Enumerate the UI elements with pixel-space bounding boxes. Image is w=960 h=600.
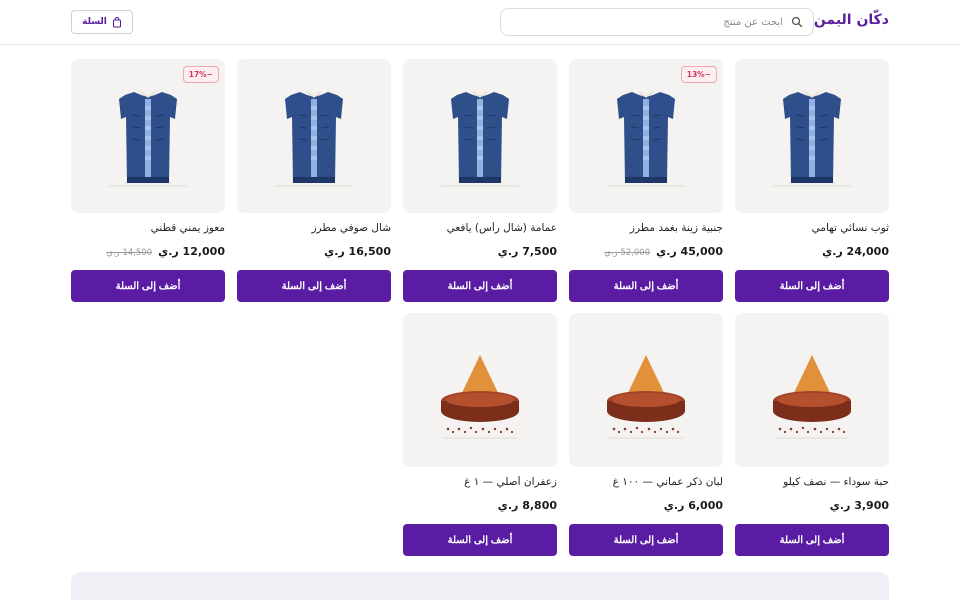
footer-panel <box>71 572 889 600</box>
add-to-cart-button[interactable]: أضف إلى السلة <box>569 270 723 302</box>
search-box[interactable] <box>500 8 814 36</box>
price-row: 7,500 ر.ي <box>403 245 557 261</box>
spice-icon <box>773 355 851 439</box>
product-image[interactable] <box>403 59 557 213</box>
price-row: 8,800 ر.ي <box>403 499 557 515</box>
product-card[interactable]: زعفران أصلي — ١ غ 8,800 ر.ي أضف إلى السل… <box>403 313 557 556</box>
product-card[interactable]: عمامة (شال رأس) يافعي 7,500 ر.ي أضف إلى … <box>403 59 557 302</box>
add-to-cart-button[interactable]: أضف إلى السلة <box>71 270 225 302</box>
product-image[interactable] <box>237 59 391 213</box>
product-price: 3,900 ر.ي <box>829 499 889 512</box>
search-icon <box>791 16 803 28</box>
add-to-cart-button[interactable]: أضف إلى السلة <box>735 270 889 302</box>
site-logo[interactable]: دكّان اليمن <box>814 12 889 28</box>
shopping-bag-icon <box>112 16 121 28</box>
product-card[interactable]: لبان ذكر عماني — ١٠٠ غ 6,000 ر.ي أضف إلى… <box>569 313 723 556</box>
site-header: دكّان اليمن السلة <box>0 0 960 45</box>
price-row: 3,900 ر.ي <box>735 499 889 515</box>
product-price: 8,800 ر.ي <box>497 499 557 512</box>
price-row: 12,000 ر.ي 14,500 ر.ي <box>71 245 225 261</box>
spice-icon <box>441 355 519 439</box>
old-price: 14,500 ر.ي <box>106 248 153 258</box>
search-input[interactable] <box>511 16 783 28</box>
add-to-cart-button[interactable]: أضف إلى السلة <box>403 270 557 302</box>
product-card[interactable]: ثوب نسائي تهامي 24,000 ر.ي أضف إلى السلة <box>735 59 889 302</box>
product-name[interactable]: حبة سوداء — نصف كيلو <box>735 476 889 491</box>
product-price: 16,500 ر.ي <box>324 245 391 258</box>
product-name[interactable]: جنبية زينة بغمد مطرز <box>569 222 723 237</box>
discount-badge: 13%− <box>680 66 717 83</box>
product-image[interactable] <box>569 313 723 467</box>
price-row: 6,000 ر.ي <box>569 499 723 515</box>
product-name[interactable]: معوز يمني قطني <box>71 222 225 237</box>
dress-icon <box>275 91 353 187</box>
product-image[interactable] <box>735 59 889 213</box>
product-card[interactable]: 17%− معوز يمني قطني 12,000 ر.ي 14,500 ر.… <box>71 59 225 302</box>
product-name[interactable]: عمامة (شال رأس) يافعي <box>403 222 557 237</box>
product-image[interactable]: 17%− <box>71 59 225 213</box>
product-card[interactable]: 13%− جنبية زينة بغمد مطرز 45,000 ر.ي 52,… <box>569 59 723 302</box>
add-to-cart-button[interactable]: أضف إلى السلة <box>403 524 557 556</box>
cart-button[interactable]: السلة <box>71 10 133 34</box>
product-card[interactable]: شال صوفي مطرز 16,500 ر.ي أضف إلى السلة <box>237 59 391 302</box>
product-image[interactable]: 13%− <box>569 59 723 213</box>
cart-label: السلة <box>82 17 107 27</box>
add-to-cart-button[interactable]: أضف إلى السلة <box>237 270 391 302</box>
add-to-cart-button[interactable]: أضف إلى السلة <box>735 524 889 556</box>
product-name[interactable]: ثوب نسائي تهامي <box>735 222 889 237</box>
product-image[interactable] <box>735 313 889 467</box>
product-price: 45,000 ر.ي <box>656 245 723 258</box>
product-price: 12,000 ر.ي <box>158 245 225 258</box>
product-card[interactable]: حبة سوداء — نصف كيلو 3,900 ر.ي أضف إلى ا… <box>735 313 889 556</box>
old-price: 52,000 ر.ي <box>604 248 651 258</box>
spice-icon <box>607 355 685 439</box>
product-name[interactable]: لبان ذكر عماني — ١٠٠ غ <box>569 476 723 491</box>
product-price: 7,500 ر.ي <box>497 245 557 258</box>
add-to-cart-button[interactable]: أضف إلى السلة <box>569 524 723 556</box>
price-row: 24,000 ر.ي <box>735 245 889 261</box>
product-image[interactable] <box>403 313 557 467</box>
discount-badge: 17%− <box>182 66 219 83</box>
price-row: 45,000 ر.ي 52,000 ر.ي <box>569 245 723 261</box>
price-row: 16,500 ر.ي <box>237 245 391 261</box>
product-price: 24,000 ر.ي <box>822 245 889 258</box>
product-grid: ثوب نسائي تهامي 24,000 ر.ي أضف إلى السلة… <box>71 59 889 556</box>
product-name[interactable]: زعفران أصلي — ١ غ <box>403 476 557 491</box>
product-price: 6,000 ر.ي <box>663 499 723 512</box>
product-name[interactable]: شال صوفي مطرز <box>237 222 391 237</box>
dress-icon <box>441 91 519 187</box>
dress-icon <box>773 91 851 187</box>
